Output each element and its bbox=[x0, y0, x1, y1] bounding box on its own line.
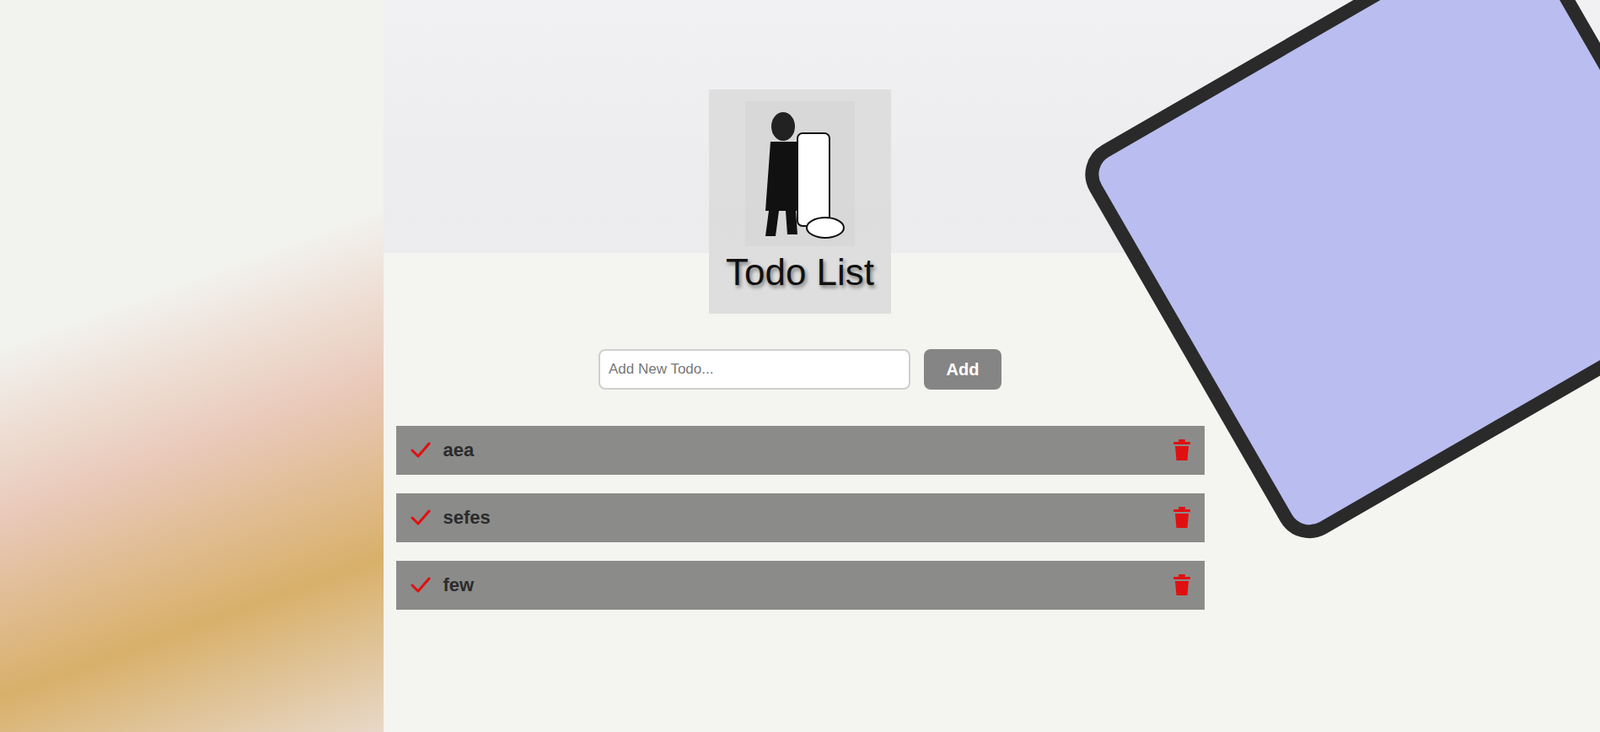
todo-text: aea bbox=[443, 439, 1161, 462]
add-form: Add bbox=[598, 348, 1002, 390]
todo-list: aea sefes few bbox=[396, 425, 1205, 610]
trash-icon[interactable] bbox=[1172, 574, 1192, 596]
todo-text: sefes bbox=[443, 506, 1161, 529]
check-icon[interactable] bbox=[409, 574, 432, 596]
logo-icon bbox=[745, 101, 855, 247]
todo-item: aea bbox=[396, 425, 1205, 475]
app-title: Todo List bbox=[725, 251, 875, 294]
todo-item: few bbox=[396, 560, 1205, 610]
check-icon[interactable] bbox=[409, 506, 432, 529]
todo-text: few bbox=[443, 574, 1161, 596]
trash-icon[interactable] bbox=[1172, 506, 1192, 529]
new-todo-input[interactable] bbox=[598, 348, 911, 390]
app-header: Todo List bbox=[708, 89, 892, 314]
trash-icon[interactable] bbox=[1172, 439, 1192, 462]
check-icon[interactable] bbox=[409, 439, 432, 462]
todo-item: sefes bbox=[396, 493, 1205, 543]
add-button[interactable]: Add bbox=[923, 348, 1002, 390]
